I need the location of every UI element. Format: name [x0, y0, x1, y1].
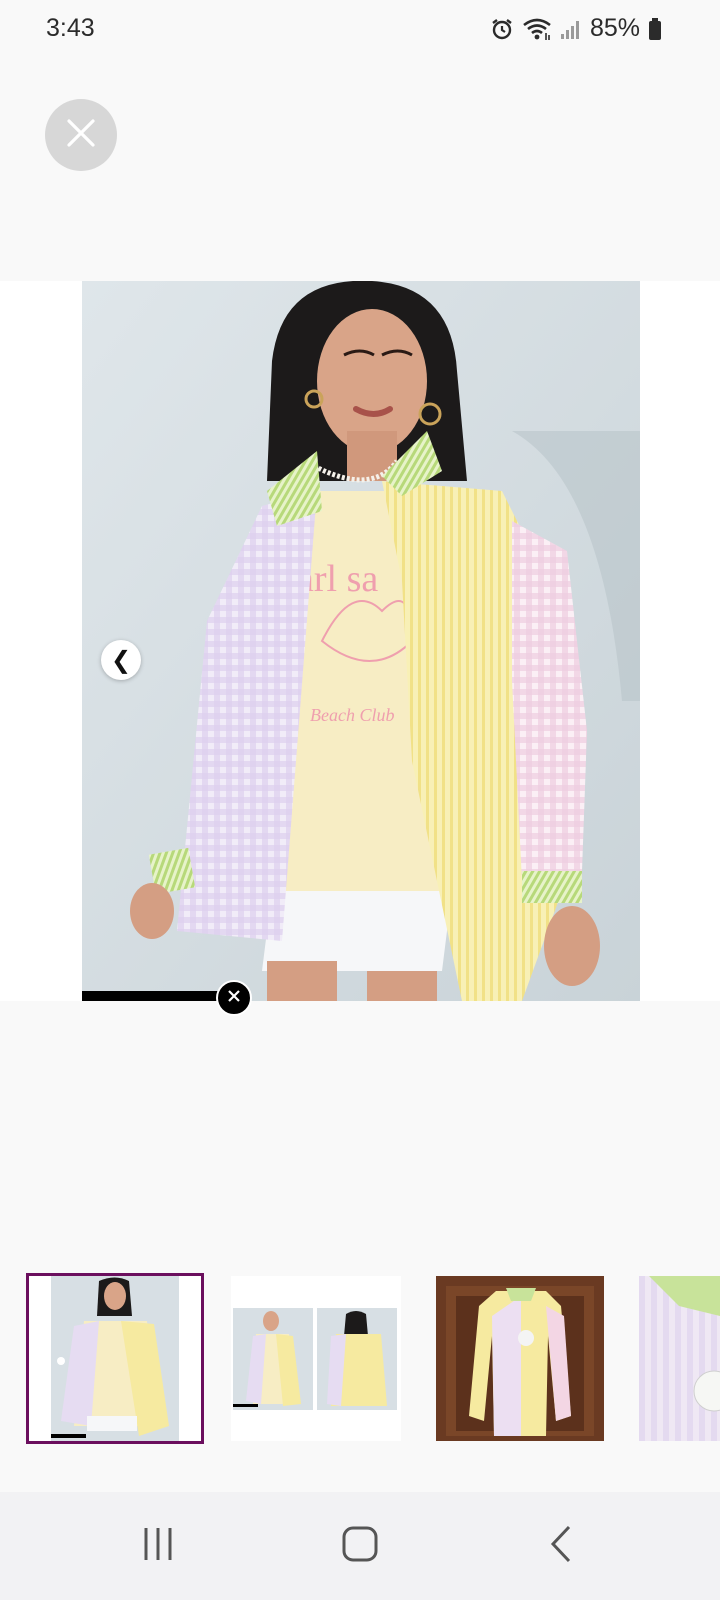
signal-icon	[560, 18, 582, 40]
thumbnail-3[interactable]	[436, 1276, 604, 1441]
status-time: 3:43	[46, 14, 95, 42]
back-icon	[547, 1524, 577, 1569]
previous-image-button[interactable]: ❮	[101, 640, 141, 680]
home-icon	[341, 1525, 379, 1568]
back-button[interactable]	[532, 1520, 592, 1572]
close-icon	[227, 989, 241, 1008]
main-product-image[interactable]: arl sa Beach Club	[82, 281, 640, 1001]
wifi-icon	[522, 17, 552, 41]
thumbnail-2[interactable]	[231, 1276, 401, 1441]
close-icon	[66, 118, 96, 153]
battery-percent: 85%	[589, 14, 640, 42]
navigation-bar	[0, 1492, 720, 1600]
thumbnail-1[interactable]	[26, 1273, 204, 1444]
alarm-icon	[490, 17, 514, 41]
status-bar: 3:43 85%	[0, 0, 720, 60]
tee-print-subtext: Beach Club	[310, 705, 394, 725]
status-icons: 85%	[490, 14, 662, 43]
close-button[interactable]	[45, 99, 117, 171]
battery-icon	[648, 17, 662, 41]
recent-apps-button[interactable]	[128, 1520, 188, 1572]
overlay-close-button[interactable]	[216, 980, 252, 1016]
thumbnail-strip	[0, 1268, 720, 1448]
thumbnail-4[interactable]	[639, 1276, 720, 1441]
recent-apps-icon	[140, 1526, 176, 1567]
image-progress-bar	[82, 991, 232, 1001]
chevron-left-icon: ❮	[110, 646, 132, 674]
home-button[interactable]	[330, 1520, 390, 1572]
